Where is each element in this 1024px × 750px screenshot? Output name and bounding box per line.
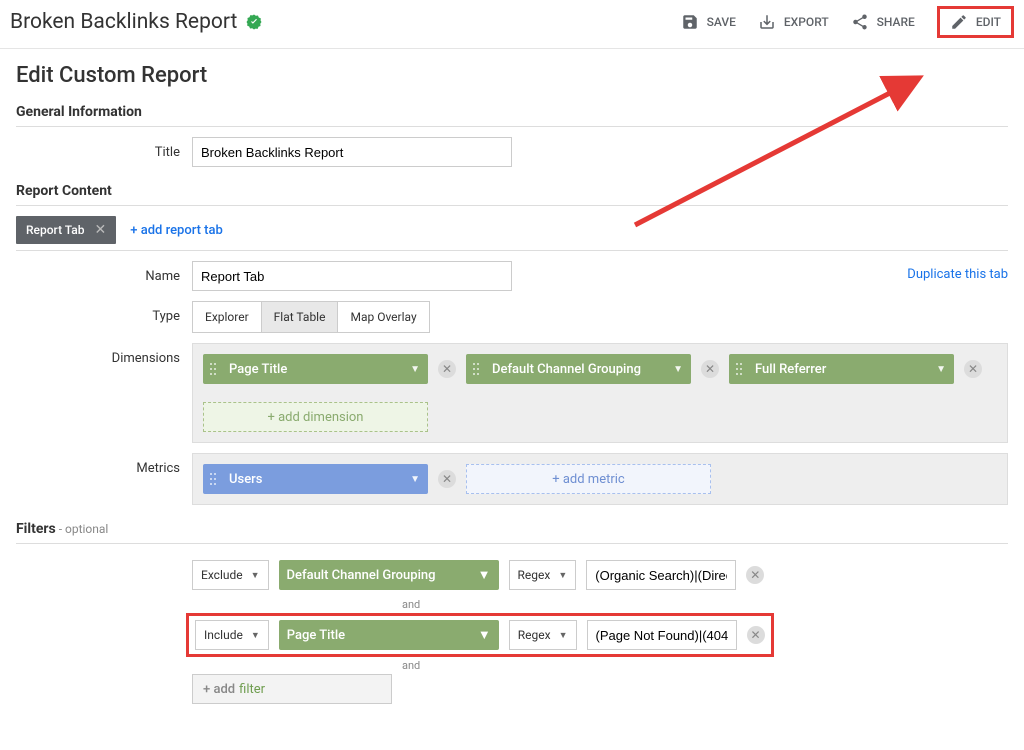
add-dimension-button[interactable]: + add dimension — [203, 402, 428, 432]
edit-label: EDIT — [976, 15, 1001, 29]
grip-icon — [209, 362, 217, 376]
save-label: SAVE — [707, 15, 736, 29]
edit-button[interactable]: EDIT — [950, 13, 1001, 31]
filter-match-select[interactable]: Regex▼ — [509, 560, 577, 590]
filter-value-input[interactable] — [587, 620, 737, 650]
verified-icon — [245, 13, 263, 31]
page-title: Edit Custom Report — [16, 63, 1008, 88]
filter-mode-select[interactable]: Include▼ — [195, 620, 269, 650]
dimension-chip-page-title[interactable]: Page Title ▼ — [203, 354, 428, 384]
chevron-down-icon: ▼ — [251, 570, 260, 581]
save-button[interactable]: SAVE — [681, 13, 736, 31]
add-filter-button[interactable]: + add filter — [192, 674, 392, 704]
filter-and-label: and — [402, 657, 1008, 674]
type-label: Type — [16, 301, 192, 324]
dimension-chip-full-referrer[interactable]: Full Referrer ▼ — [729, 354, 954, 384]
grip-icon — [735, 362, 743, 376]
title-label: Title — [16, 137, 192, 160]
remove-dimension-button[interactable]: ✕ — [701, 360, 719, 378]
duplicate-tab-link[interactable]: Duplicate this tab — [907, 267, 1008, 282]
section-general-info: General Information — [16, 104, 1008, 120]
close-icon[interactable]: ✕ — [95, 222, 107, 238]
dimensions-label: Dimensions — [16, 343, 192, 366]
dimensions-panel: Page Title ▼ ✕ Default Channel Grouping … — [192, 343, 1008, 443]
report-tab-label: Report Tab — [26, 223, 85, 237]
chevron-down-icon: ▼ — [410, 474, 420, 485]
filter-value-input[interactable] — [586, 560, 736, 590]
chevron-down-icon: ▼ — [673, 364, 683, 375]
grip-icon — [472, 362, 480, 376]
report-tab-pill[interactable]: Report Tab ✕ — [16, 216, 116, 244]
plus-icon: + add — [203, 682, 235, 697]
filter-row: Exclude▼ Default Channel Grouping▼ Regex… — [192, 554, 1008, 596]
add-metric-button[interactable]: + add metric — [466, 464, 711, 494]
report-title: Broken Backlinks Report — [10, 10, 237, 34]
type-option-explorer[interactable]: Explorer — [193, 302, 262, 332]
section-report-content: Report Content — [16, 183, 1008, 199]
optional-label: - optional — [56, 522, 109, 536]
type-option-group: Explorer Flat Table Map Overlay — [192, 301, 430, 333]
metric-chip-users[interactable]: Users ▼ — [203, 464, 428, 494]
chevron-down-icon: ▼ — [936, 364, 946, 375]
filter-and-label: and — [402, 596, 1008, 613]
tab-name-input[interactable] — [192, 261, 512, 291]
metrics-label: Metrics — [16, 453, 192, 476]
dimension-chip-default-channel[interactable]: Default Channel Grouping ▼ — [466, 354, 691, 384]
metrics-panel: Users ▼ ✕ + add metric — [192, 453, 1008, 505]
export-button[interactable]: EXPORT — [758, 13, 829, 31]
add-report-tab[interactable]: + add report tab — [130, 223, 223, 238]
filter-field-select[interactable]: Default Channel Grouping▼ — [279, 560, 499, 590]
chevron-down-icon: ▼ — [410, 364, 420, 375]
chevron-down-icon: ▼ — [558, 570, 567, 581]
remove-dimension-button[interactable]: ✕ — [438, 360, 456, 378]
chevron-down-icon: ▼ — [559, 630, 568, 641]
remove-metric-button[interactable]: ✕ — [438, 470, 456, 488]
filter-mode-select[interactable]: Exclude▼ — [192, 560, 269, 590]
type-option-flat-table[interactable]: Flat Table — [262, 302, 339, 332]
chevron-down-icon: ▼ — [251, 630, 260, 641]
remove-filter-button[interactable]: ✕ — [746, 566, 764, 584]
section-filters: Filters - optional — [16, 521, 1008, 537]
chevron-down-icon: ▼ — [478, 567, 491, 583]
chevron-down-icon: ▼ — [478, 627, 491, 643]
edit-button-highlight: EDIT — [937, 6, 1014, 38]
filter-row-highlight: Include▼ Page Title▼ Regex▼ ✕ — [186, 613, 774, 657]
filter-match-select[interactable]: Regex▼ — [509, 620, 577, 650]
remove-filter-button[interactable]: ✕ — [747, 626, 765, 644]
share-button[interactable]: SHARE — [851, 13, 915, 31]
title-input[interactable] — [192, 137, 512, 167]
share-label: SHARE — [877, 15, 915, 29]
grip-icon — [209, 472, 217, 486]
name-label: Name — [16, 261, 192, 284]
filter-field-select[interactable]: Page Title▼ — [279, 620, 499, 650]
export-label: EXPORT — [784, 15, 829, 29]
remove-dimension-button[interactable]: ✕ — [964, 360, 982, 378]
type-option-map-overlay[interactable]: Map Overlay — [338, 302, 428, 332]
